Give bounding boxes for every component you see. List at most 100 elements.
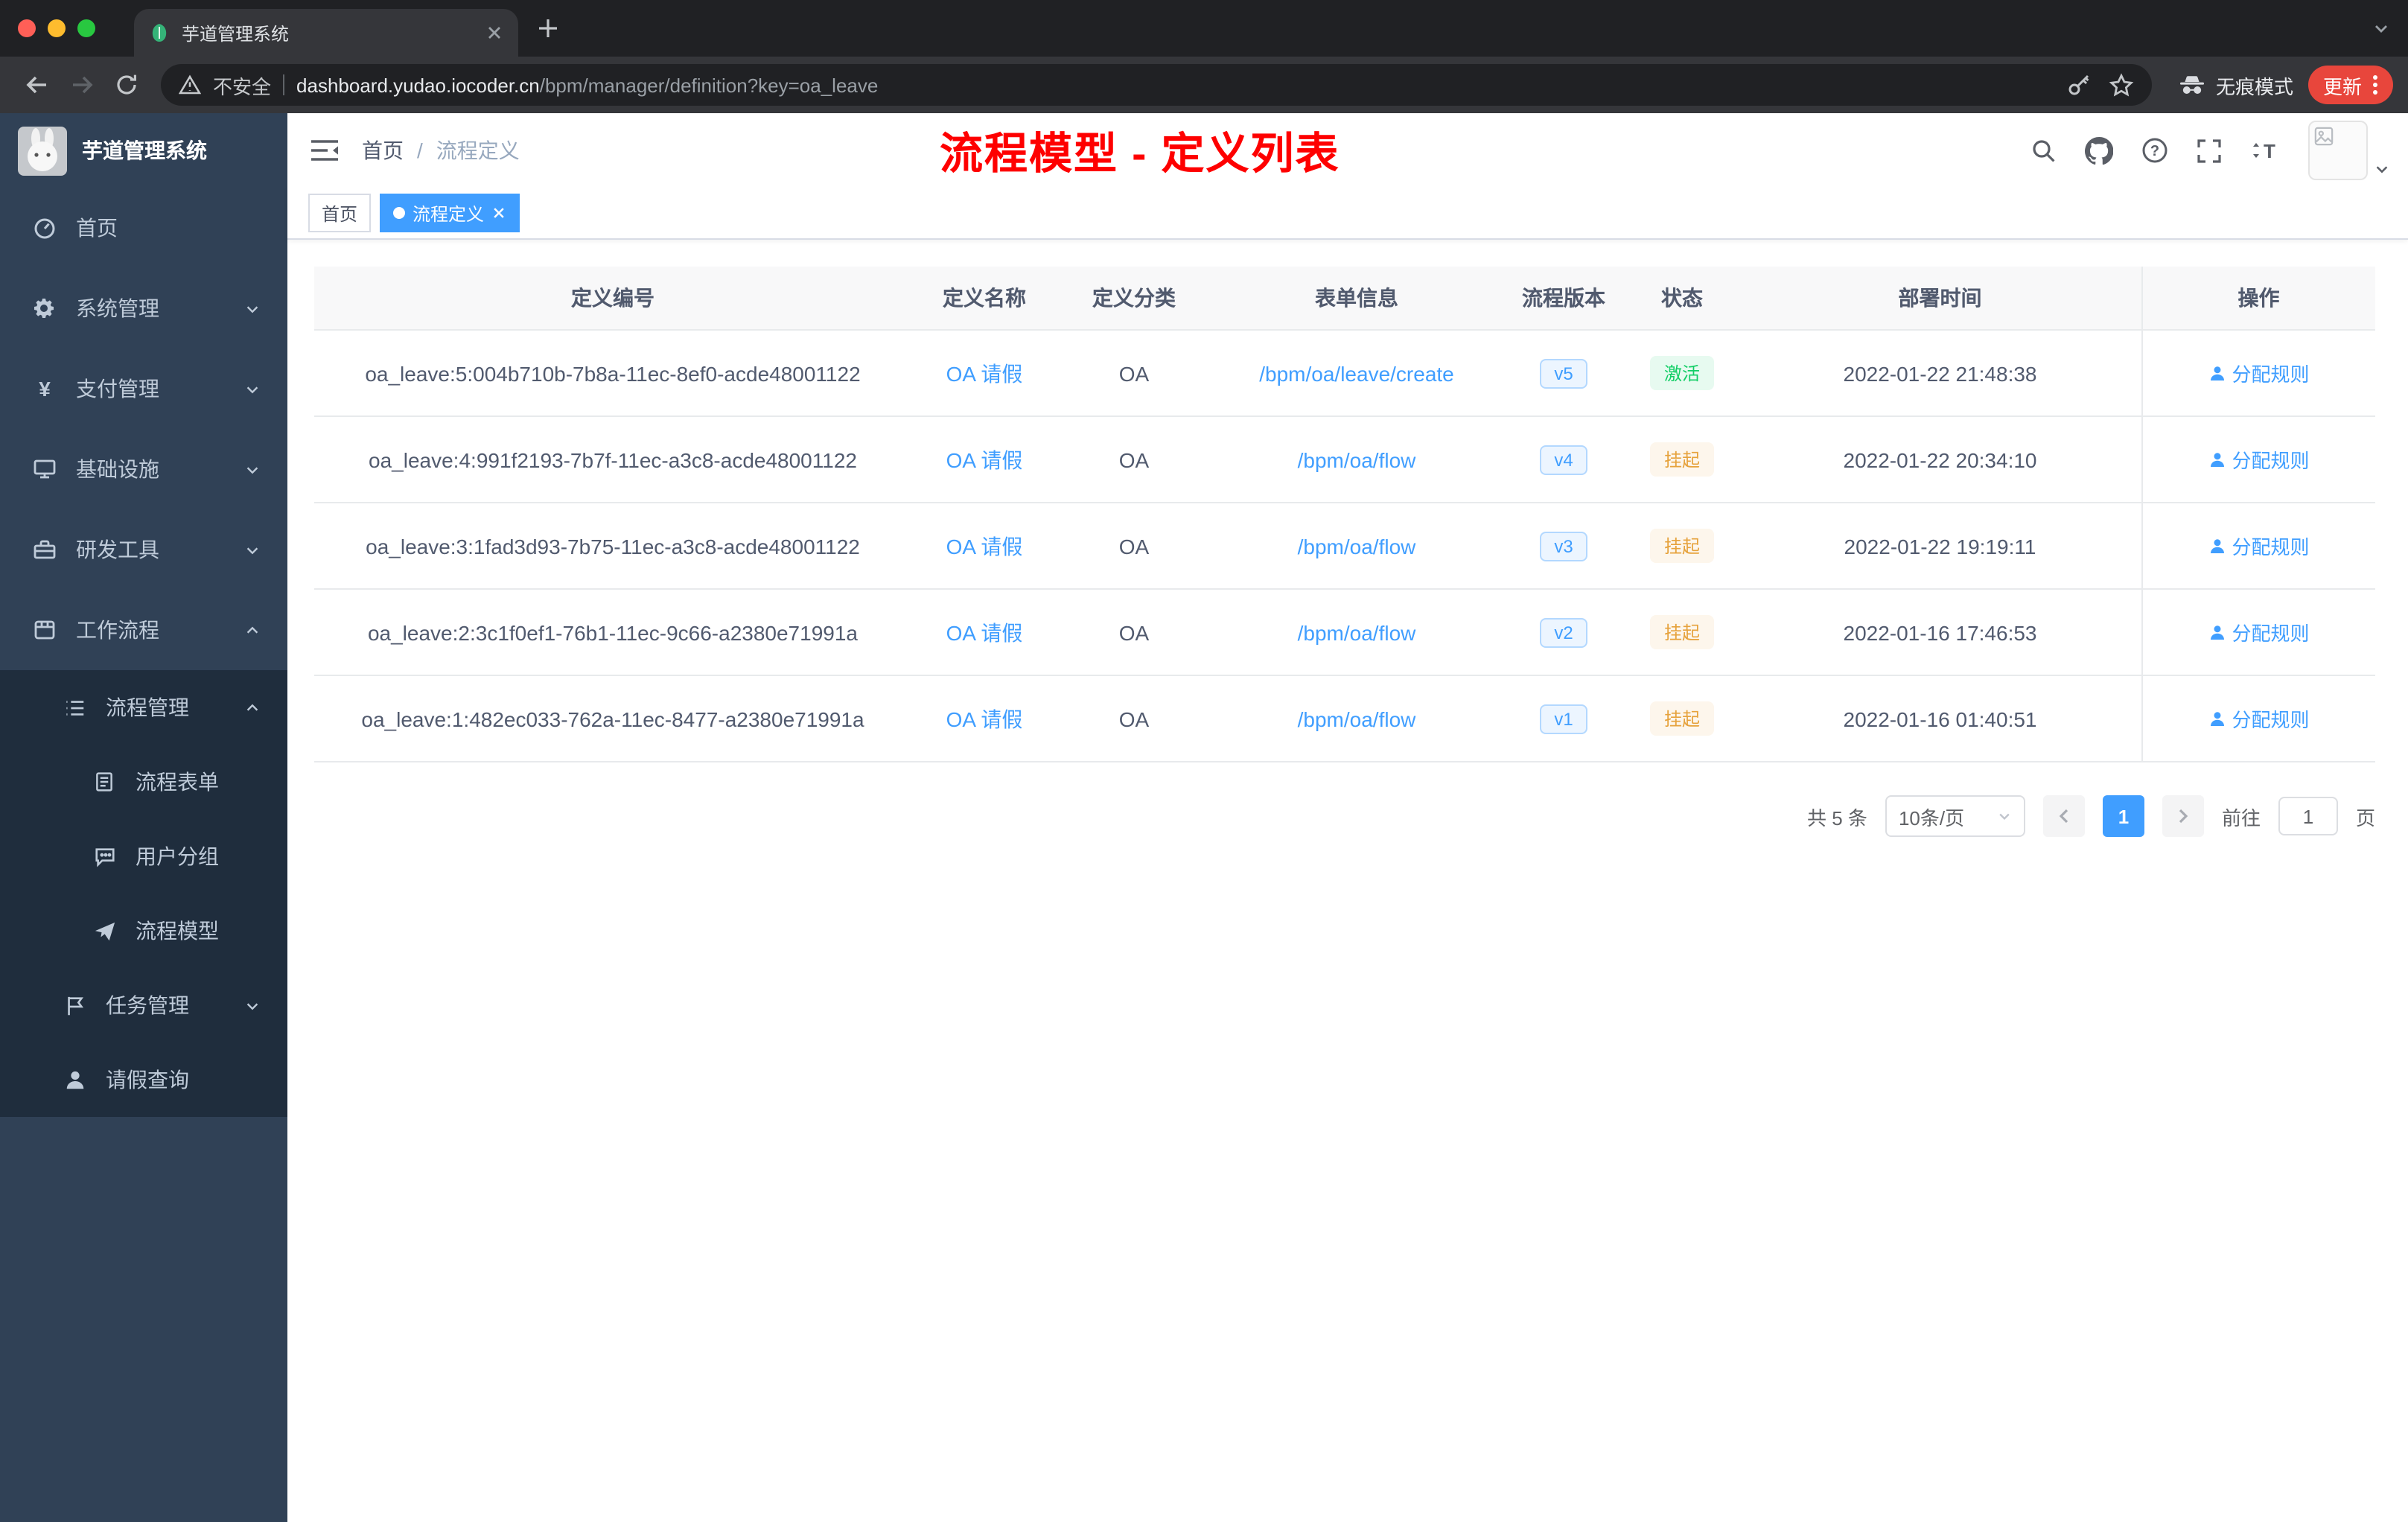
current-page-button[interactable]: 1 <box>2102 795 2144 837</box>
chat-bubble-icon <box>92 845 116 867</box>
active-tag-dot <box>393 207 406 219</box>
sidebar-item-system[interactable]: 系统管理 <box>0 268 287 348</box>
table-header-row: 定义编号 定义名称 定义分类 表单信息 流程版本 状态 部署时间 操作 <box>314 267 2375 331</box>
form-link[interactable]: /bpm/oa/leave/create <box>1259 361 1454 385</box>
url-domain: dashboard.yudao.iocoder.cn <box>296 74 540 96</box>
sidebar-item-process-management[interactable]: 流程管理 <box>0 670 287 745</box>
page-annotation: 流程模型 - 定义列表 <box>940 131 1340 179</box>
bookmark-star-icon[interactable] <box>2109 72 2134 98</box>
form-link[interactable]: /bpm/oa/flow <box>1298 707 1416 730</box>
list-icon <box>63 696 86 719</box>
assign-rule-label: 分配规则 <box>2232 536 2310 558</box>
sidebar-logo[interactable]: 芋道管理系统 <box>0 113 287 188</box>
chevron-up-icon <box>244 622 261 638</box>
sidebar-item-dev-tools[interactable]: 研发工具 <box>0 509 287 590</box>
new-tab-button[interactable] <box>527 7 569 49</box>
sidebar-item-home[interactable]: 首页 <box>0 188 287 268</box>
version-badge: v5 <box>1539 358 1588 388</box>
chrome-update-button[interactable]: 更新 <box>2307 66 2393 104</box>
definition-id: oa_leave:3:1fad3d93-7b75-11ec-a3c8-acde4… <box>314 503 911 590</box>
assign-rule-link[interactable]: 分配规则 <box>2208 359 2310 387</box>
hamburger-icon[interactable] <box>287 138 362 162</box>
fullscreen-icon[interactable] <box>2197 138 2222 163</box>
definition-id: oa_leave:4:991f2193-7b7f-11ec-a3c8-acde4… <box>314 416 911 503</box>
chevron-down-icon <box>244 300 261 316</box>
tab-close-icon[interactable] <box>485 24 503 42</box>
app-title: 芋道管理系统 <box>82 138 207 162</box>
assign-rule-label: 分配规则 <box>2232 623 2310 645</box>
pagination-total: 共 5 条 <box>1807 806 1867 829</box>
tab-strip: 芋道管理系统 <box>0 0 2408 57</box>
password-key-icon[interactable] <box>2067 73 2091 97</box>
incognito-badge: 无痕模式 <box>2179 71 2293 99</box>
browser-toolbar: 不安全 dashboard.yudao.iocoder.cn/bpm/manag… <box>0 57 2408 113</box>
assign-rule-link[interactable]: 分配规则 <box>2208 704 2310 733</box>
page-size-select[interactable]: 10条/页 <box>1885 795 2025 837</box>
incognito-label: 无痕模式 <box>2215 75 2293 98</box>
github-icon[interactable] <box>2085 136 2113 165</box>
assign-rule-link[interactable]: 分配规则 <box>2208 618 2310 646</box>
chevron-up-icon <box>244 699 261 716</box>
document-icon <box>92 771 116 792</box>
breadcrumb-home-link[interactable]: 首页 <box>362 136 404 165</box>
status-badge: 挂起 <box>1650 529 1713 563</box>
sidebar-item-label: 研发工具 <box>76 538 159 561</box>
user-menu[interactable] <box>2308 121 2390 180</box>
form-link[interactable]: /bpm/oa/flow <box>1298 620 1416 644</box>
prev-page-button[interactable] <box>2042 795 2085 837</box>
definition-category: OA <box>1057 416 1211 503</box>
definition-name-link[interactable]: OA 请假 <box>946 534 1023 558</box>
sidebar-item-task-management[interactable]: 任务管理 <box>0 968 287 1042</box>
definition-name-link[interactable]: OA 请假 <box>946 361 1023 385</box>
avatar[interactable] <box>2308 121 2368 180</box>
tab-search-caret-icon[interactable] <box>2372 19 2390 37</box>
browser-tab[interactable]: 芋道管理系统 <box>134 9 518 57</box>
font-size-icon[interactable]: T <box>2250 138 2280 162</box>
chevron-down-icon <box>244 461 261 477</box>
sidebar-item-label: 首页 <box>76 216 118 240</box>
tag-close-icon[interactable] <box>491 206 506 220</box>
form-link[interactable]: /bpm/oa/flow <box>1298 448 1416 471</box>
not-secure-warning-icon <box>179 74 201 95</box>
back-button[interactable] <box>15 63 60 107</box>
address-bar[interactable]: 不安全 dashboard.yudao.iocoder.cn/bpm/manag… <box>161 64 2152 106</box>
tag-label: 流程定义 <box>413 203 485 224</box>
deploy-time: 2022-01-16 17:46:53 <box>1739 589 2141 676</box>
window-minimize-button[interactable] <box>48 19 66 37</box>
goto-page-input[interactable] <box>2278 797 2338 835</box>
breadcrumb-current: 流程定义 <box>436 138 520 162</box>
chevron-down-icon <box>244 380 261 397</box>
definition-name-link[interactable]: OA 请假 <box>946 620 1023 644</box>
sidebar-item-user-group[interactable]: 用户分组 <box>0 819 287 894</box>
assign-rule-link[interactable]: 分配规则 <box>2208 445 2310 474</box>
sidebar-item-leave-query[interactable]: 请假查询 <box>0 1042 287 1117</box>
definition-name-link[interactable]: OA 请假 <box>946 707 1023 730</box>
sidebar-item-infrastructure[interactable]: 基础设施 <box>0 429 287 509</box>
forward-button[interactable] <box>60 63 104 107</box>
tag-process-definition[interactable]: 流程定义 <box>380 194 520 232</box>
browser-menu-icon[interactable] <box>2372 74 2378 95</box>
sidebar-item-process-form[interactable]: 流程表单 <box>0 745 287 819</box>
form-link[interactable]: /bpm/oa/flow <box>1298 534 1416 558</box>
search-icon[interactable] <box>2031 138 2057 163</box>
sidebar-item-workflow[interactable]: 工作流程 <box>0 590 287 670</box>
assign-rule-link[interactable]: 分配规则 <box>2208 532 2310 560</box>
definition-id: oa_leave:1:482ec033-762a-11ec-8477-a2380… <box>314 675 911 762</box>
window-zoom-button[interactable] <box>77 19 95 37</box>
sidebar-item-label: 支付管理 <box>76 377 159 401</box>
window-close-button[interactable] <box>18 19 36 37</box>
svg-text:T: T <box>2264 140 2275 162</box>
sidebar-item-process-model[interactable]: 流程模型 <box>0 894 287 968</box>
definition-name-link[interactable]: OA 请假 <box>946 448 1023 471</box>
help-icon[interactable]: ? <box>2141 137 2168 164</box>
next-page-button[interactable] <box>2162 795 2204 837</box>
table-row: oa_leave:3:1fad3d93-7b75-11ec-a3c8-acde4… <box>314 503 2375 590</box>
sidebar-item-label: 流程模型 <box>136 919 219 943</box>
sidebar-item-label: 用户分组 <box>136 844 219 868</box>
reload-button[interactable] <box>104 63 149 107</box>
avatar-caret-icon[interactable] <box>2374 161 2390 177</box>
tag-home[interactable]: 首页 <box>308 194 372 232</box>
url-text: dashboard.yudao.iocoder.cn/bpm/manager/d… <box>296 74 878 96</box>
deploy-time: 2022-01-16 01:40:51 <box>1739 675 2141 762</box>
sidebar-item-payment[interactable]: ¥ 支付管理 <box>0 348 287 429</box>
